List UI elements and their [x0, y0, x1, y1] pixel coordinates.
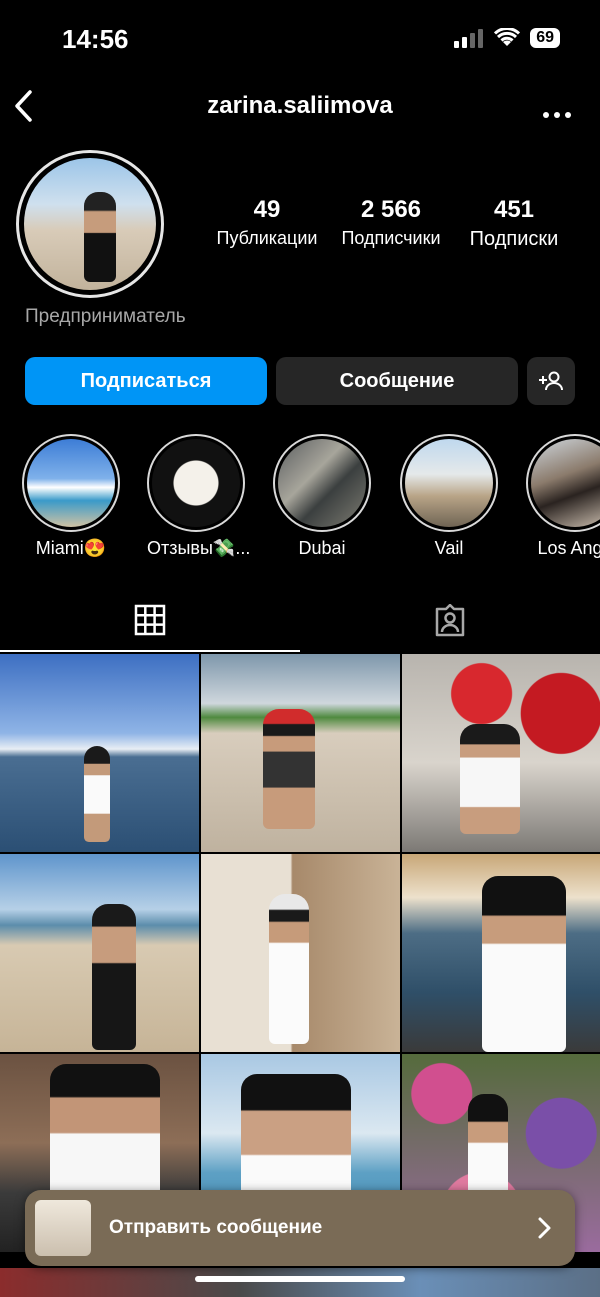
follow-button[interactable]: Подписаться	[25, 357, 267, 405]
stat-value: 49	[253, 196, 281, 223]
send-message-label: Отправить сообщение	[109, 1217, 323, 1238]
highlight-label: Los Ange	[537, 538, 600, 558]
profile-bio: Предприниматель	[25, 306, 186, 327]
highlight-miami[interactable]: Miami😍	[22, 434, 120, 559]
more-icon	[543, 112, 571, 118]
stat-label: Публикации	[216, 228, 318, 248]
highlight-label: Отзывы💸...	[147, 538, 251, 558]
status-icons: 69	[454, 28, 560, 48]
highlight-cover	[405, 439, 493, 527]
signal-icon	[454, 29, 484, 48]
post-thumbnail[interactable]	[201, 854, 400, 1052]
highlight-cover	[27, 439, 115, 527]
suggest-people-button[interactable]	[527, 357, 575, 405]
highlight-vail[interactable]: Vail	[400, 434, 498, 559]
post-thumbnail[interactable]	[0, 654, 199, 852]
message-bar-thumbnail	[35, 1200, 91, 1256]
highlight-los-angeles[interactable]: Los Ange	[526, 434, 600, 559]
more-options-button[interactable]	[542, 96, 572, 127]
post-thumbnail[interactable]	[402, 854, 600, 1052]
highlight-label: Vail	[434, 538, 464, 558]
highlight-cover	[278, 439, 366, 527]
stat-label: Подписчики	[341, 228, 441, 248]
stat-label: Подписки	[469, 228, 559, 250]
profile-avatar[interactable]	[16, 150, 164, 298]
battery-indicator: 69	[530, 28, 560, 48]
home-indicator	[195, 1276, 405, 1282]
post-thumbnail[interactable]	[201, 654, 400, 852]
highlight-reviews[interactable]: Отзывы💸...	[147, 434, 251, 559]
post-thumbnail[interactable]	[0, 854, 199, 1052]
send-message-bar[interactable]: Отправить сообщение	[25, 1190, 575, 1266]
highlight-cover	[531, 439, 600, 527]
tagged-person-icon	[435, 604, 465, 637]
highlight-label: Dubai	[298, 538, 346, 558]
tab-posts-grid[interactable]	[0, 590, 300, 652]
posts-grid	[0, 654, 600, 1252]
tab-tagged[interactable]	[300, 590, 600, 652]
message-button[interactable]: Сообщение	[276, 357, 518, 405]
post-thumbnail[interactable]	[402, 654, 600, 852]
avatar-image	[24, 158, 156, 290]
status-time: 14:56	[62, 24, 129, 54]
add-person-icon	[539, 371, 563, 391]
grid-icon	[134, 604, 166, 636]
highlight-label: Miami😍	[35, 538, 107, 558]
stat-value: 451	[493, 196, 535, 223]
chevron-right-icon	[538, 1217, 551, 1239]
stat-posts[interactable]: 49 Публикации	[207, 196, 327, 249]
avatar-figure	[84, 192, 116, 282]
stat-followers[interactable]: 2 566 Подписчики	[331, 196, 451, 249]
profile-username: zarina.saliimova	[207, 92, 393, 119]
posts-next-row	[0, 1268, 600, 1297]
highlight-dubai[interactable]: Dubai	[273, 434, 371, 559]
highlight-cover	[152, 439, 240, 527]
stat-following[interactable]: 451 Подписки	[454, 196, 574, 251]
stat-value: 2 566	[360, 196, 422, 223]
wifi-icon	[494, 28, 521, 46]
